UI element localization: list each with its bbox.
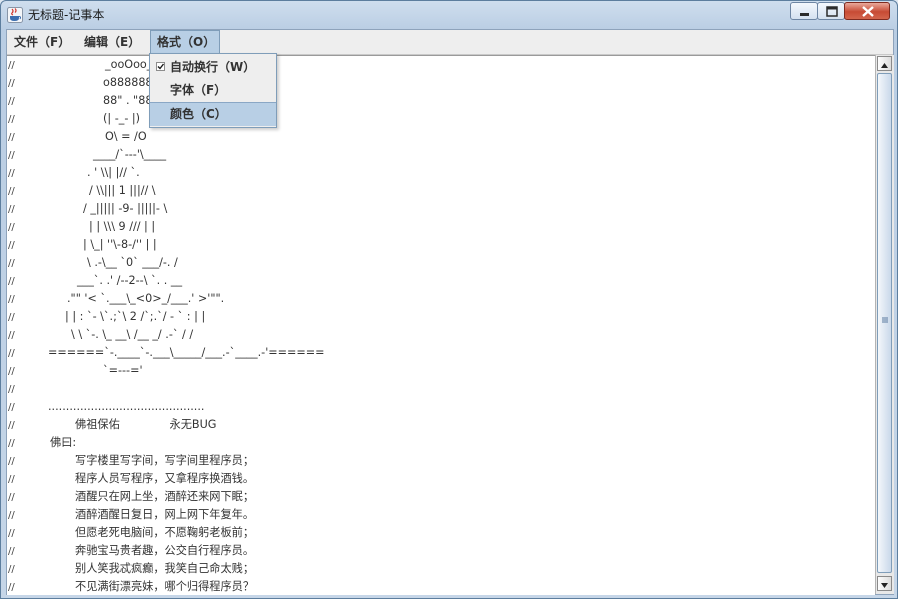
title-bar[interactable]: 无标题-记事本 [1, 1, 897, 29]
editor-line: 佛祖保佑 永无BUG [75, 418, 217, 431]
checkmark-icon [156, 62, 165, 71]
editor-line: 酒醉酒醒日复日，网上网下年复年。 [75, 508, 255, 521]
scroll-up-button[interactable] [877, 56, 892, 71]
line-comment-prefix: // [8, 186, 15, 197]
editor-line: ____/`---'\____ [93, 148, 167, 161]
line-comment-prefix: // [8, 276, 15, 287]
editor-line: ======`-.____`-.___\_____/___.-`____.-'=… [48, 346, 325, 359]
menu-item-font[interactable]: 字体（F） [150, 79, 276, 102]
line-comment-prefix: // [8, 168, 15, 179]
editor-line: | | \\\ 9 /// | | [89, 220, 156, 233]
line-comment-prefix: // [8, 474, 15, 485]
notepad-window: 无标题-记事本 文件（F） 编辑（E） 格式（O） //_ooOoo_//o88… [0, 0, 898, 599]
format-dropdown-menu: 自动换行（W） 字体（F） 颜色（C） [149, 53, 277, 128]
editor-line: / _||||| -9- |||||- \ [83, 202, 168, 215]
editor-line: _ooOoo_ [105, 58, 153, 71]
scroll-thumb[interactable] [877, 73, 892, 573]
line-comment-prefix: // [8, 438, 15, 449]
editor-line: 程序人员写程序，又拿程序换酒钱。 [75, 472, 255, 485]
editor-line: 佛曰: [50, 436, 77, 449]
editor-line: (| -_- |) [103, 112, 141, 125]
editor-line: `=---=' [103, 364, 143, 377]
java-cup-icon [7, 7, 23, 23]
menu-bar: 文件（F） 编辑（E） 格式（O） [7, 30, 893, 55]
vertical-scrollbar[interactable] [875, 55, 894, 594]
line-comment-prefix: // [8, 330, 15, 341]
editor-line: | \_| ''\-8-/'' | | [83, 238, 157, 251]
line-comment-prefix: // [8, 114, 15, 125]
line-comment-prefix: // [8, 294, 15, 305]
line-comment-prefix: // [8, 564, 15, 575]
menu-format[interactable]: 格式（O） [150, 30, 220, 54]
line-comment-prefix: // [8, 456, 15, 467]
editor-line: \ .-\__ `0` ___/-. / [87, 256, 178, 269]
line-comment-prefix: // [8, 204, 15, 215]
scroll-grip-icon [882, 317, 888, 323]
line-comment-prefix: // [8, 60, 15, 71]
close-button[interactable] [844, 2, 890, 20]
editor-line: 酒醒只在网上坐，酒醉还来网下眠； [75, 490, 255, 503]
editor-line: O\ = /O [105, 130, 147, 143]
scroll-down-arrow-icon [881, 583, 888, 588]
line-comment-prefix: // [8, 510, 15, 521]
menu-item-label: 颜色（C） [170, 107, 227, 121]
minimize-icon [800, 13, 809, 16]
window-title: 无标题-记事本 [28, 8, 105, 22]
line-comment-prefix: // [8, 528, 15, 539]
line-comment-prefix: // [8, 240, 15, 251]
menu-item-label: 字体（F） [170, 83, 227, 97]
editor-line: . ' \\| |// `. [87, 166, 140, 179]
close-icon [862, 6, 874, 17]
line-comment-prefix: // [8, 366, 15, 377]
menu-item-label: 自动换行（W） [170, 60, 256, 74]
line-comment-prefix: // [8, 582, 15, 593]
line-comment-prefix: // [8, 348, 15, 359]
menu-edit[interactable]: 编辑（E） [78, 30, 144, 54]
line-comment-prefix: // [8, 546, 15, 557]
line-comment-prefix: // [8, 258, 15, 269]
maximize-button[interactable] [817, 2, 845, 20]
editor-line: | | : `- \`.;`\ 2 /`;.`/ - ` : | | [65, 310, 206, 323]
text-editor[interactable]: //_ooOoo_//o8888888o//88" . "88//(| -_- … [7, 55, 875, 595]
editor-line: ___`. .' /--2--\ `. . __ [77, 274, 183, 287]
line-comment-prefix: // [8, 384, 15, 395]
editor-line: 奔驰宝马贵者趣，公交自行程序员。 [75, 544, 255, 557]
menu-file[interactable]: 文件（F） [8, 30, 72, 54]
editor-line: ."" '< `.___\_<0>_/___.' >'"". [67, 292, 225, 305]
maximize-icon [826, 6, 838, 17]
editor-line: ........................................… [48, 400, 205, 413]
editor-line: 别人笑我忒疯癫，我笑自己命太贱； [75, 562, 255, 575]
line-comment-prefix: // [8, 132, 15, 143]
editor-line: \ \ `-. \_ __\ /__ _/ .-` / / [71, 328, 194, 341]
line-comment-prefix: // [8, 78, 15, 89]
editor-line: / \\||| 1 |||// \ [89, 184, 156, 197]
menu-item-word-wrap[interactable]: 自动换行（W） [150, 56, 276, 79]
scroll-up-arrow-icon [881, 63, 888, 68]
editor-line: 写字楼里写字间，写字间里程序员； [75, 454, 255, 467]
line-comment-prefix: // [8, 222, 15, 233]
line-comment-prefix: // [8, 492, 15, 503]
line-comment-prefix: // [8, 420, 15, 431]
line-comment-prefix: // [8, 96, 15, 107]
line-comment-prefix: // [8, 312, 15, 323]
editor-line: 88" . "88 [103, 94, 153, 107]
editor-line: 但愿老死电脑间，不愿鞠躬老板前； [75, 526, 255, 539]
minimize-button[interactable] [790, 2, 818, 20]
editor-line: 不见满街漂亮妹，哪个归得程序员？ [75, 580, 255, 593]
scroll-down-button[interactable] [877, 576, 892, 591]
client-area: 文件（F） 编辑（E） 格式（O） //_ooOoo_//o8888888o//… [6, 29, 894, 595]
line-comment-prefix: // [8, 402, 15, 413]
line-comment-prefix: // [8, 150, 15, 161]
menu-item-color[interactable]: 颜色（C） [150, 102, 276, 126]
